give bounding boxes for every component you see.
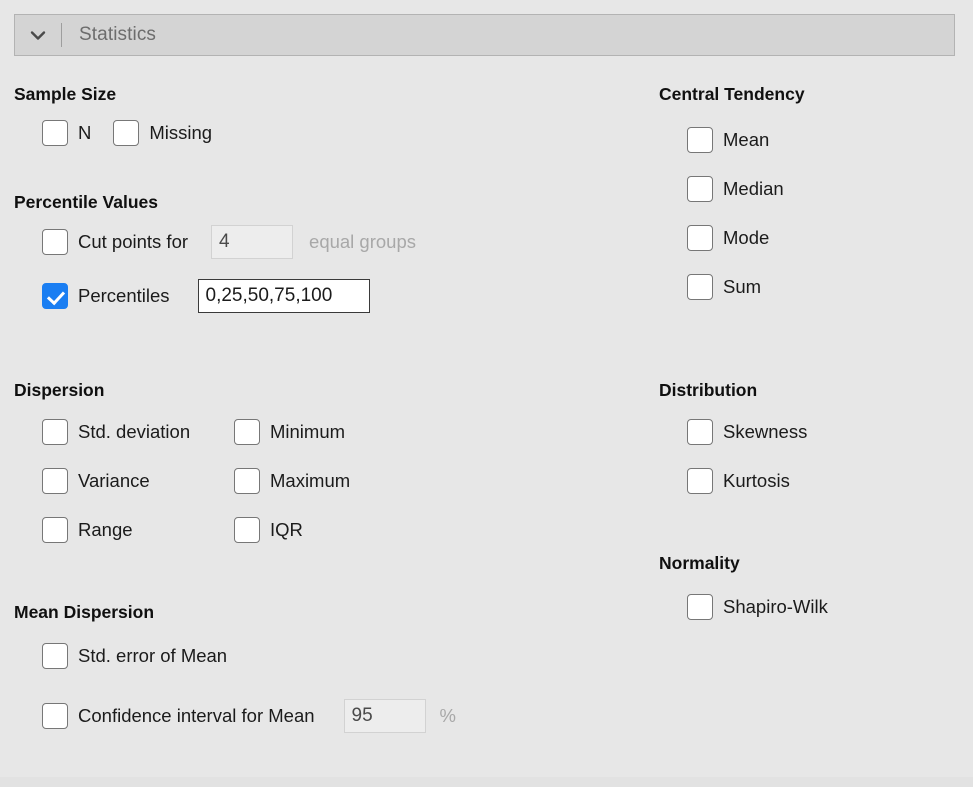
- group-percentile-values: Percentile Values Cut points for equal g…: [14, 192, 416, 313]
- checkbox-skewness-box[interactable]: [687, 419, 713, 445]
- group-title-central-tendency: Central Tendency: [659, 84, 805, 104]
- checkbox-maximum-label: Maximum: [270, 470, 351, 491]
- group-mean-dispersion: Mean Dispersion Std. error of Mean Confi…: [14, 602, 456, 733]
- checkbox-minimum-box[interactable]: [234, 419, 260, 445]
- checkbox-shapiro-wilk-box[interactable]: [687, 594, 713, 620]
- checkbox-mode-box[interactable]: [687, 225, 713, 251]
- group-title-percentile-values: Percentile Values: [14, 192, 158, 212]
- checkbox-mean[interactable]: Mean: [687, 123, 769, 157]
- group-dispersion: Dispersion Std. deviation Minimum Varian…: [14, 380, 350, 547]
- checkbox-shapiro-wilk[interactable]: Shapiro-Wilk: [687, 590, 828, 624]
- percentiles-input[interactable]: [197, 279, 370, 313]
- checkbox-cut-points-label: Cut points for: [78, 231, 189, 252]
- checkbox-std-error-of-mean[interactable]: Std. error of Mean: [42, 639, 227, 673]
- checkbox-iqr[interactable]: IQR: [234, 513, 303, 547]
- checkbox-mode-label: Mode: [723, 227, 770, 248]
- checkbox-confidence-interval-label: Confidence interval for Mean: [78, 705, 315, 726]
- checkbox-std-deviation[interactable]: Std. deviation: [42, 415, 234, 449]
- checkbox-variance-box[interactable]: [42, 468, 68, 494]
- page-title: Statistics: [79, 24, 157, 45]
- cut-points-suffix-label: equal groups: [309, 231, 417, 252]
- checkbox-n-label: N: [78, 122, 92, 143]
- checkbox-confidence-interval-box[interactable]: [42, 703, 68, 729]
- checkbox-maximum-box[interactable]: [234, 468, 260, 494]
- checkbox-n-box[interactable]: [42, 120, 68, 146]
- checkbox-missing-label: Missing: [149, 122, 213, 143]
- checkbox-median-label: Median: [723, 178, 784, 199]
- chevron-down-icon[interactable]: [15, 15, 61, 55]
- checkbox-kurtosis[interactable]: Kurtosis: [687, 464, 790, 498]
- checkbox-minimum-label: Minimum: [270, 421, 346, 442]
- confidence-interval-suffix-label: %: [439, 705, 456, 726]
- checkbox-mean-box[interactable]: [687, 127, 713, 153]
- checkbox-variance[interactable]: Variance: [42, 464, 234, 498]
- checkbox-sum[interactable]: Sum: [687, 270, 761, 304]
- checkbox-confidence-interval[interactable]: Confidence interval for Mean: [42, 699, 315, 733]
- checkbox-median-box[interactable]: [687, 176, 713, 202]
- checkbox-percentiles-box[interactable]: [42, 283, 68, 309]
- checkbox-percentiles[interactable]: Percentiles: [42, 279, 170, 313]
- checkbox-range-box[interactable]: [42, 517, 68, 543]
- checkbox-missing-box[interactable]: [113, 120, 140, 146]
- checkbox-range-label: Range: [78, 519, 133, 540]
- group-distribution: Distribution Skewness Kurtosis: [659, 380, 807, 498]
- checkbox-std-deviation-box[interactable]: [42, 419, 68, 445]
- checkbox-cut-points[interactable]: Cut points for: [42, 225, 188, 259]
- checkbox-kurtosis-box[interactable]: [687, 468, 713, 494]
- group-normality: Normality Shapiro-Wilk: [659, 553, 828, 624]
- group-title-mean-dispersion: Mean Dispersion: [14, 602, 155, 622]
- checkbox-mean-label: Mean: [723, 129, 770, 150]
- checkbox-variance-label: Variance: [78, 470, 150, 491]
- group-central-tendency: Central Tendency Mean Median Mode Sum: [659, 84, 805, 304]
- checkbox-std-deviation-label: Std. deviation: [78, 421, 191, 442]
- checkbox-minimum[interactable]: Minimum: [234, 415, 345, 449]
- checkbox-percentiles-label: Percentiles: [78, 285, 170, 306]
- group-title-dispersion: Dispersion: [14, 380, 105, 400]
- checkbox-iqr-label: IQR: [270, 519, 303, 540]
- checkbox-maximum[interactable]: Maximum: [234, 464, 350, 498]
- checkbox-range[interactable]: Range: [42, 513, 234, 547]
- checkbox-std-error-of-mean-label: Std. error of Mean: [78, 645, 228, 666]
- checkbox-missing[interactable]: Missing: [113, 116, 212, 150]
- checkbox-mode[interactable]: Mode: [687, 221, 769, 255]
- checkbox-shapiro-wilk-label: Shapiro-Wilk: [723, 596, 828, 617]
- confidence-interval-input[interactable]: [343, 699, 426, 733]
- cut-points-groups-input[interactable]: [211, 225, 294, 259]
- group-title-sample-size: Sample Size: [14, 84, 117, 104]
- checkbox-n[interactable]: N: [42, 116, 91, 150]
- group-title-distribution: Distribution: [659, 380, 758, 400]
- checkbox-cut-points-box[interactable]: [42, 229, 68, 255]
- checkbox-median[interactable]: Median: [687, 172, 784, 206]
- group-title-normality: Normality: [659, 553, 740, 573]
- checkbox-skewness-label: Skewness: [723, 421, 808, 442]
- statistics-panel-header[interactable]: Statistics: [14, 14, 955, 56]
- checkbox-skewness[interactable]: Skewness: [687, 415, 807, 449]
- panel-bottom-strip: [0, 777, 973, 787]
- checkbox-sum-box[interactable]: [687, 274, 713, 300]
- checkbox-sum-label: Sum: [723, 276, 762, 297]
- checkbox-iqr-box[interactable]: [234, 517, 260, 543]
- group-sample-size: Sample Size N Missing: [14, 84, 212, 150]
- checkbox-std-error-of-mean-box[interactable]: [42, 643, 68, 669]
- checkbox-kurtosis-label: Kurtosis: [723, 470, 790, 491]
